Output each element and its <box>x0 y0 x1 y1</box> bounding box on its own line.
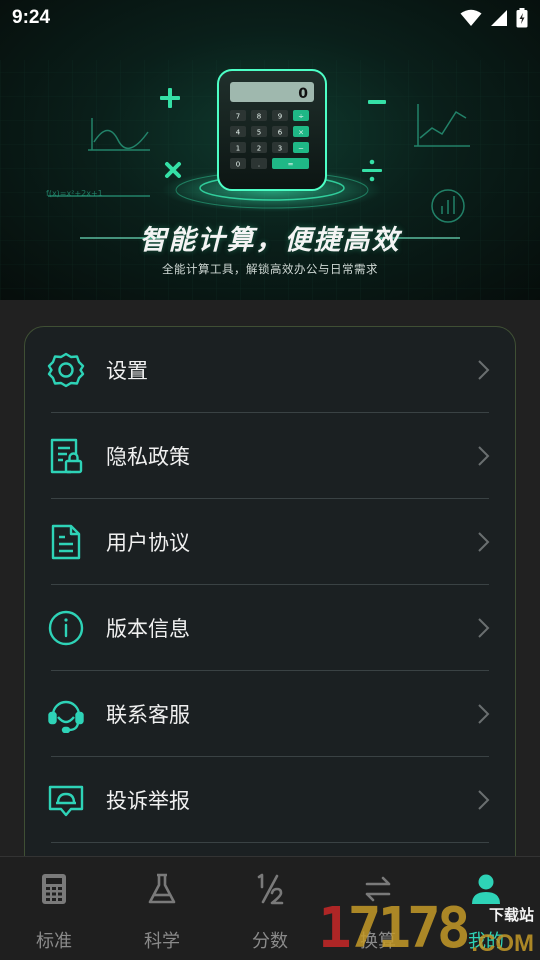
flask-icon <box>144 871 180 907</box>
menu-item-settings[interactable]: 设置 <box>25 327 515 413</box>
calculator-key-label: 8 <box>257 113 261 121</box>
calculator-key-label: 0 <box>236 161 240 169</box>
menu-item-label: 隐私政策 <box>106 445 190 469</box>
status-bar: 9:24 <box>0 0 540 36</box>
menu-item-label: 用户协议 <box>106 531 190 555</box>
tab-label: 标准 <box>36 931 72 952</box>
tab-label: 我的 <box>468 931 504 952</box>
status-icons <box>460 8 528 28</box>
calculator-key-label: − <box>298 145 304 153</box>
calculator-icon <box>36 871 72 907</box>
calculator-key-label: 4 <box>236 129 241 137</box>
tab-scientific[interactable]: 科学 <box>108 857 216 960</box>
chevron-right-icon <box>478 704 490 724</box>
headset-icon <box>47 695 85 733</box>
menu-item-customer-service[interactable]: 联系客服 <box>25 671 515 757</box>
tab-conversion[interactable]: 换算 <box>324 857 432 960</box>
swap-arrows-icon <box>360 871 396 907</box>
person-icon <box>468 871 504 907</box>
calculator-key-label: 7 <box>236 113 240 121</box>
menu-item-user-agreement[interactable]: 用户协议 <box>25 499 515 585</box>
calculator-key-label: 2 <box>257 145 261 153</box>
wifi-icon <box>460 9 482 26</box>
calculator-key-label: 1 <box>236 145 240 153</box>
calculator-key-label: 6 <box>278 129 283 137</box>
tab-label: 科学 <box>144 931 180 952</box>
svg-text:0: 0 <box>298 86 308 102</box>
calculator-key-label: = <box>288 161 294 169</box>
fraction-icon <box>252 871 288 907</box>
tab-label: 分数 <box>252 931 288 952</box>
divider <box>51 842 489 843</box>
chevron-right-icon <box>478 446 490 466</box>
calculator-key-label: 5 <box>257 129 261 137</box>
chevron-right-icon <box>478 618 490 638</box>
hero-title: 智能计算，便捷高效 <box>139 225 401 256</box>
tab-label: 换算 <box>360 931 396 952</box>
chevron-right-icon <box>478 532 490 552</box>
chevron-right-icon <box>478 360 490 380</box>
hero-banner: f(x)=x²+2x+1 0 7 8 9 ÷ 4 5 6 × 1 2 3 − 0. = 智能计算，便捷高效… <box>0 0 540 300</box>
document-icon <box>47 523 85 561</box>
tab-mine[interactable]: 我的 <box>432 857 540 960</box>
svg-text:f(x)=x²+2x+1: f(x)=x²+2x+1 <box>46 189 103 198</box>
calculator-key-label: 3 <box>278 145 282 153</box>
menu-item-label: 投诉举报 <box>106 789 190 813</box>
calculator-illustration: 0 7 8 9 ÷ 4 5 6 × 1 2 3 − 0. = <box>217 69 327 191</box>
calculator-key-label: ÷ <box>298 113 304 121</box>
privacy-doc-lock-icon <box>47 437 85 475</box>
tab-fraction[interactable]: 分数 <box>216 857 324 960</box>
calculator-key-label: 9 <box>278 113 282 121</box>
tab-standard[interactable]: 标准 <box>0 857 108 960</box>
bottom-tab-bar: 标准 科学 分数 换算 我的 <box>0 856 540 960</box>
chevron-right-icon <box>478 790 490 810</box>
menu-item-label: 设置 <box>106 359 148 383</box>
menu-item-complaint-report[interactable]: 投诉举报 <box>25 757 515 843</box>
calculator-key-label: . <box>258 161 260 169</box>
status-time: 9:24 <box>12 7 51 28</box>
calculator-key-label: × <box>298 129 304 137</box>
signal-icon <box>491 10 507 26</box>
report-icon <box>47 781 85 819</box>
menu-item-privacy-policy[interactable]: 隐私政策 <box>25 413 515 499</box>
settings-menu-card: 设置 隐私政策 用户协议 版本信息 联系客服 投诉举报 <box>24 326 516 886</box>
info-icon <box>47 609 85 647</box>
battery-icon <box>516 8 528 28</box>
gear-icon <box>47 351 85 389</box>
menu-item-label: 版本信息 <box>106 617 190 641</box>
menu-item-version-info[interactable]: 版本信息 <box>25 585 515 671</box>
hero-subtitle: 全能计算工具，解锁高效办公与日常需求 <box>162 262 378 276</box>
menu-item-label: 联系客服 <box>106 703 190 727</box>
